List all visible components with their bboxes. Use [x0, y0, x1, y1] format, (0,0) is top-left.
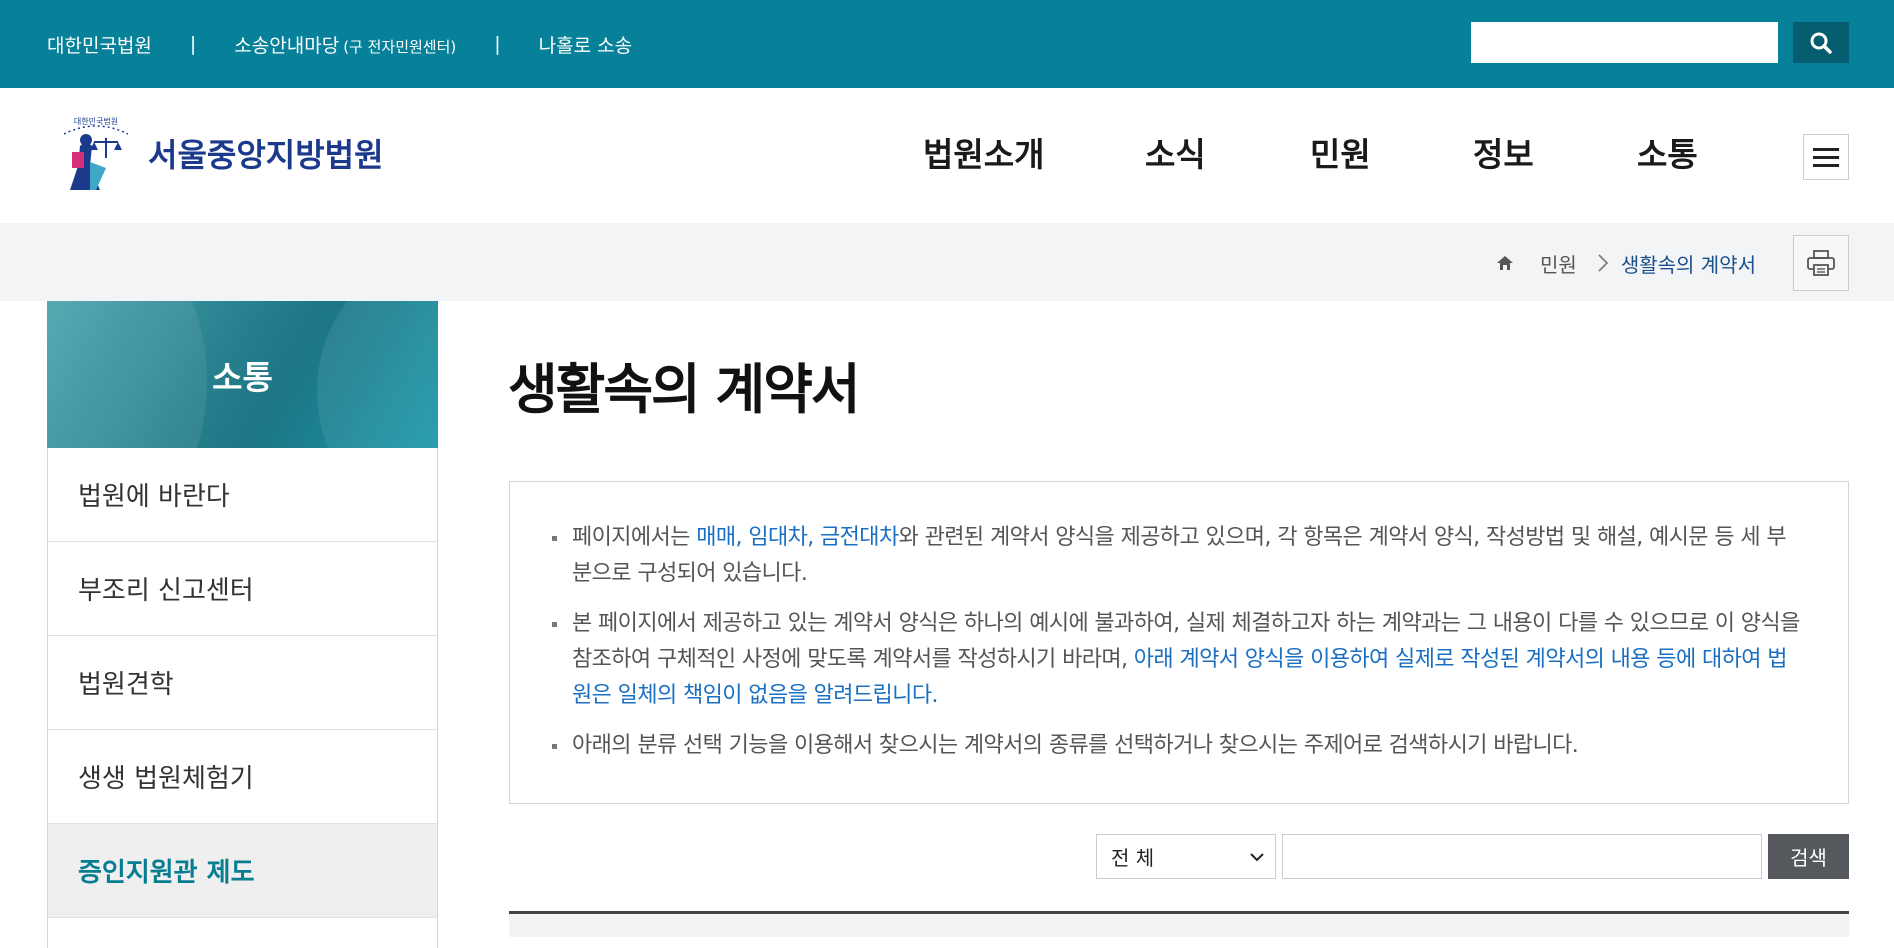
site-search-input[interactable] — [1471, 22, 1778, 63]
breadcrumb-item[interactable]: 민원 — [1540, 249, 1577, 278]
sidebar-item-corruption-report[interactable]: 부조리 신고센터 — [48, 542, 437, 636]
top-link-supreme-court[interactable]: 대한민국법원 — [47, 31, 152, 58]
sidebar-item-next[interactable] — [48, 918, 437, 948]
top-separator: | — [189, 33, 197, 55]
print-button[interactable] — [1793, 235, 1849, 291]
search-button[interactable]: 검색 — [1768, 834, 1849, 879]
gnb-civil-service[interactable]: 민원 — [1310, 128, 1371, 176]
info-item: 아래의 분류 선택 기능을 이용해서 찾으시는 계약서의 종류를 선택하거나 찾… — [552, 728, 1802, 764]
top-separator: | — [494, 33, 501, 55]
hamburger-menu-button[interactable] — [1803, 134, 1849, 180]
top-link-self-litigation[interactable]: 나홀로 소송 — [539, 31, 632, 58]
top-utility-bar: 대한민국법원 | 소송안내마당 (구 전자민원센터) | 나홀로 소송 — [0, 0, 1894, 88]
category-select[interactable]: 전 체 — [1096, 834, 1276, 879]
keyword-search-input[interactable] — [1282, 834, 1762, 879]
sidebar-item-court-tour[interactable]: 법원견학 — [48, 636, 437, 730]
home-icon[interactable] — [1496, 254, 1514, 272]
chevron-down-icon — [1250, 853, 1264, 862]
search-icon — [1810, 32, 1832, 54]
svg-text:대한민국법원: 대한민국법원 — [74, 116, 118, 126]
court-logo[interactable]: 대한민국법원 서울중앙지방법원 — [50, 112, 400, 194]
info-box: 페이지에서는 매매, 임대차, 금전대차와 관련된 계약서 양식을 제공하고 있… — [509, 481, 1849, 804]
link-sale[interactable]: 매매 — [696, 525, 736, 550]
court-name: 서울중앙지방법원 — [148, 136, 384, 174]
breadcrumb-current[interactable]: 생활속의 계약서 — [1621, 249, 1756, 278]
sidebar-item-witness-support[interactable]: 증인지원관 제도 — [48, 824, 437, 918]
hamburger-icon — [1813, 147, 1839, 151]
sidebar-title: 소통 — [212, 357, 273, 397]
printer-icon — [1807, 250, 1835, 276]
top-links: 대한민국법원 | 소송안내마당 (구 전자민원센터) | 나홀로 소송 — [47, 0, 632, 88]
site-search-button[interactable] — [1793, 22, 1849, 63]
link-loan[interactable]: 금전대차 — [820, 525, 899, 550]
contract-list-table-header — [509, 911, 1849, 937]
sidebar-header: 소통 — [47, 301, 438, 448]
gnb-news[interactable]: 소식 — [1145, 128, 1206, 176]
info-item: 페이지에서는 매매, 임대차, 금전대차와 관련된 계약서 양식을 제공하고 있… — [552, 520, 1802, 592]
info-item: 본 페이지에서 제공하고 있는 계약서 양식은 하나의 예시에 불과하여, 실제… — [552, 606, 1802, 714]
page-title: 생활속의 계약서 — [508, 358, 861, 421]
sidebar-item-court-experience[interactable]: 생생 법원체험기 — [48, 730, 437, 824]
link-lease[interactable]: 임대차 — [748, 525, 808, 550]
gnb-information[interactable]: 정보 — [1473, 128, 1534, 176]
breadcrumb: 민원 생활속의 계약서 — [1496, 248, 1756, 278]
chevron-right-icon — [1598, 254, 1608, 272]
gnb-court-intro[interactable]: 법원소개 — [923, 128, 1044, 176]
sidebar-menu: 법원에 바란다 부조리 신고센터 법원견학 생생 법원체험기 증인지원관 제도 — [47, 448, 438, 948]
gnb-communication[interactable]: 소통 — [1637, 128, 1698, 176]
top-link-litigation-guide[interactable]: 소송안내마당 (구 전자민원센터) — [234, 31, 456, 58]
court-emblem-icon: 대한민국법원 — [50, 112, 142, 194]
sidebar-item-suggestions[interactable]: 법원에 바란다 — [48, 448, 437, 542]
